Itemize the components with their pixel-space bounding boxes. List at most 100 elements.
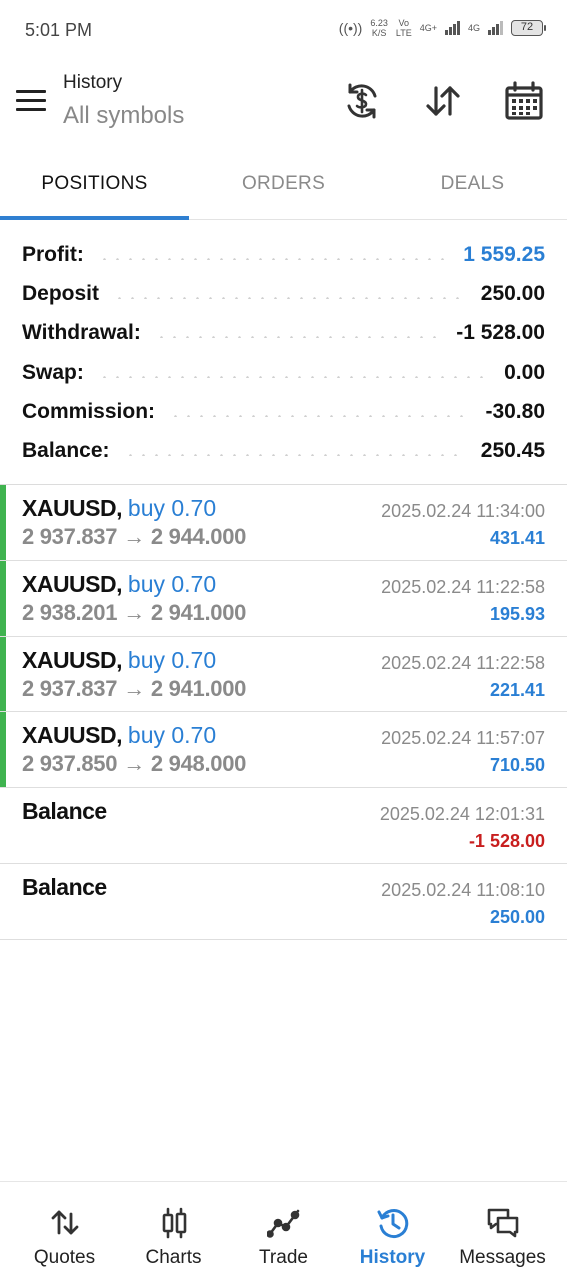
deal-profit: 221.41	[489, 679, 545, 700]
balance-time: 2025.02.24 12:01:31	[379, 804, 545, 825]
deal-time: 2025.02.24 11:22:58	[381, 576, 545, 597]
symbol-text: XAUUSD,	[22, 722, 123, 749]
summary-row-withdrawal: Withdrawal: -1 528.00	[0, 314, 567, 353]
deal-side: buy 0.70	[127, 570, 217, 597]
dotted-leader	[97, 257, 450, 260]
messages-icon	[487, 1208, 518, 1238]
nav-trade[interactable]: Trade	[227, 1182, 340, 1280]
balance-value: 250.45	[480, 439, 545, 463]
symbol-filter[interactable]: All symbols	[63, 102, 184, 130]
tab-orders[interactable]: ORDERS	[189, 152, 378, 220]
dotted-leader	[97, 375, 491, 378]
dotted-leader	[169, 414, 472, 417]
open-price: 2 937.837	[22, 524, 118, 549]
calendar-icon[interactable]	[503, 80, 545, 122]
close-price: 2 941.000	[150, 599, 247, 625]
nav-trade-label: Trade	[259, 1247, 308, 1268]
deal-prices: 2 937.837 → 2 944.000	[22, 524, 246, 550]
open-price: 2 938.201	[22, 599, 118, 625]
summary-label: Swap:	[22, 360, 84, 384]
list-item[interactable]: XAUUSD, buy 0.70 2 937.837 → 2 941.000 202…	[0, 636, 567, 713]
summary-row-swap: Swap: 0.00	[0, 353, 567, 392]
deal-prices: 2 937.850 → 2 948.000	[22, 751, 246, 777]
deal-side: buy 0.70	[127, 646, 217, 673]
balance-item[interactable]: Balance 2025.02.24 12:01:31 -1 528.00	[0, 788, 567, 864]
deal-symbol: XAUUSD, buy 0.70	[22, 571, 216, 598]
bottom-navigation: Quotes Charts Trade History Messages	[0, 1181, 567, 1280]
menu-icon[interactable]	[16, 90, 46, 112]
balance-time: 2025.02.24 11:08:10	[381, 879, 545, 900]
positions-list: XAUUSD, buy 0.70 2 937.837 → 2 944.000 202…	[0, 485, 567, 940]
arrow-icon: →	[123, 599, 145, 625]
currency-sync-icon[interactable]	[341, 80, 383, 122]
summary-row-balance: Balance: 250.45	[0, 431, 567, 470]
close-price: 2 941.000	[150, 675, 247, 701]
sort-icon[interactable]	[422, 80, 464, 122]
balance-amount: 250.00	[489, 906, 545, 927]
battery-icon: 72	[511, 20, 546, 36]
network-type-1-label: 4G+	[419, 23, 437, 33]
nav-messages-label: Messages	[459, 1247, 546, 1268]
summary-row-deposit: Deposit 250.00	[0, 274, 567, 313]
trade-icon	[266, 1209, 299, 1238]
swap-value: 0.00	[504, 360, 545, 384]
arrow-icon: →	[123, 675, 145, 701]
tab-positions[interactable]: POSITIONS	[0, 152, 189, 220]
hotspot-icon: ((•))	[338, 20, 363, 36]
balance-label: Balance	[22, 873, 107, 900]
deal-time: 2025.02.24 11:22:58	[381, 652, 545, 673]
network-speed: 6.23 K/S	[370, 18, 388, 38]
history-tabs: POSITIONS ORDERS DEALS	[0, 152, 567, 220]
deal-profit: 710.50	[489, 755, 545, 776]
summary-row-profit: Profit: 1 559.25	[0, 235, 567, 274]
nav-quotes[interactable]: Quotes	[8, 1182, 121, 1280]
signal-icon-2	[488, 21, 503, 35]
status-time: 5:01 PM	[25, 20, 93, 40]
nav-messages[interactable]: Messages	[446, 1182, 559, 1280]
summary-row-commission: Commission: -30.80	[0, 392, 567, 431]
network-type-2-label: 4G	[467, 23, 480, 33]
profit-indicator	[0, 636, 6, 712]
charts-icon	[162, 1207, 186, 1239]
signal-icon	[444, 21, 460, 35]
nav-history[interactable]: History	[336, 1182, 449, 1280]
list-item[interactable]: XAUUSD, buy 0.70 2 937.837 → 2 944.000 202…	[0, 485, 567, 561]
profit-value: 1 559.25	[463, 242, 545, 266]
deal-prices: 2 937.837 → 2 941.000	[22, 676, 246, 702]
volte-bottom: LTE	[395, 28, 412, 38]
network-type-1: 4G+	[420, 23, 437, 33]
account-summary: Profit: 1 559.25 Deposit 250.00 Withdraw…	[0, 235, 567, 471]
history-icon	[377, 1209, 408, 1239]
quotes-icon	[51, 1210, 78, 1235]
commission-value: -30.80	[485, 399, 545, 423]
balance-amount: -1 528.00	[468, 831, 545, 852]
close-price: 2 944.000	[150, 524, 247, 549]
profit-indicator	[0, 560, 6, 636]
arrow-icon: →	[123, 751, 145, 777]
symbol-text: XAUUSD,	[22, 495, 123, 521]
balance-item[interactable]: Balance 2025.02.24 11:08:10 250.00	[0, 864, 567, 940]
profit-indicator	[0, 485, 6, 560]
deal-time: 2025.02.24 11:57:07	[381, 728, 545, 749]
withdrawal-value: -1 528.00	[456, 321, 545, 345]
open-price: 2 937.837	[22, 675, 118, 701]
dotted-leader	[113, 296, 467, 299]
deal-side: buy 0.70	[127, 722, 217, 749]
nav-charts[interactable]: Charts	[117, 1182, 230, 1280]
nav-charts-label: Charts	[145, 1247, 202, 1268]
deal-symbol: XAUUSD, buy 0.70	[22, 722, 216, 749]
dotted-leader	[123, 454, 467, 457]
active-tab-indicator	[0, 216, 189, 220]
status-icons: ((•)) 6.23 K/S Vo LTE 4G+ 4G 72	[338, 18, 546, 38]
list-item[interactable]: XAUUSD, buy 0.70 2 937.850 → 2 948.000 202…	[0, 712, 567, 789]
profit-indicator	[0, 712, 6, 788]
summary-label: Commission:	[22, 399, 156, 423]
list-item[interactable]: XAUUSD, buy 0.70 2 938.201 → 2 941.000 202…	[0, 560, 567, 637]
summary-label: Balance:	[22, 439, 110, 463]
deal-profit: 195.93	[489, 603, 545, 624]
balance-label: Balance	[22, 798, 107, 825]
summary-label: Withdrawal:	[22, 321, 141, 345]
close-price: 2 948.000	[150, 751, 247, 777]
tab-deals[interactable]: DEALS	[378, 152, 567, 220]
app-header: History All symbols	[0, 62, 567, 152]
